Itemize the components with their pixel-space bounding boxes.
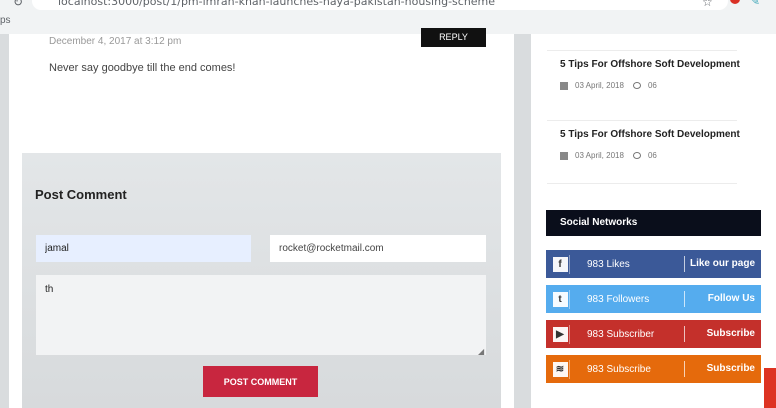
sidebar-post-comments: 06 — [647, 151, 657, 160]
facebook-label: Like our page — [689, 258, 755, 269]
post-comment-button[interactable]: POST COMMENT — [203, 366, 318, 397]
divider — [684, 291, 685, 307]
youtube-icon: ▶ — [551, 324, 570, 344]
youtube-count: 983 Subscriber — [587, 328, 655, 340]
divider — [684, 326, 685, 342]
sidebar-post-meta: 03 April, 2018 06 — [560, 151, 657, 160]
post-comment-title: Post Comment — [35, 187, 127, 202]
sidebar-post-title[interactable]: 5 Tips For Offshore Soft Development — [560, 129, 740, 140]
comment-date: December 4, 2017 at 3:12 pm — [49, 36, 182, 47]
twitter-button[interactable]: t 983 Followers Follow Us — [546, 285, 761, 313]
resize-handle-icon[interactable]: ◢ — [478, 347, 484, 356]
main-content: December 4, 2017 at 3:12 pm REPLY Never … — [9, 28, 514, 408]
facebook-button[interactable]: f 983 Likes Like our page — [546, 250, 761, 278]
divider — [684, 361, 685, 377]
post-comment-form: Post Comment th ◢ POST COMMENT — [22, 153, 501, 408]
twitter-label: Follow Us — [707, 293, 755, 304]
sidebar-post-meta: 03 April, 2018 06 — [560, 81, 657, 90]
social-networks-heading: Social Networks — [546, 210, 761, 236]
youtube-label: Subscribe — [706, 328, 755, 339]
sidebar-post-date: 03 April, 2018 — [575, 81, 624, 90]
sidebar-post-title[interactable]: 5 Tips For Offshore Soft Development — [560, 59, 740, 70]
twitter-icon: t — [551, 289, 570, 309]
comment-icon — [632, 152, 641, 159]
calendar-icon — [560, 151, 568, 160]
twitter-count: 983 Followers — [587, 293, 650, 305]
reply-button[interactable]: REPLY — [421, 28, 486, 47]
facebook-icon: f — [551, 254, 570, 274]
browser-chrome: ↻ localhost:3000/post/1/pm-imran-khan-la… — [0, 0, 776, 34]
email-input[interactable] — [270, 235, 486, 262]
name-input[interactable] — [36, 235, 251, 262]
sidebar-post-comments: 06 — [647, 81, 657, 90]
comment-text: Never say goodbye till the end comes! — [49, 62, 236, 74]
youtube-button[interactable]: ▶ 983 Subscriber Subscribe — [546, 320, 761, 348]
extension-icon[interactable] — [730, 0, 740, 4]
bookmark-star-icon[interactable]: ☆ — [702, 0, 713, 9]
divider — [684, 256, 685, 272]
facebook-count: 983 Likes — [587, 258, 630, 270]
calendar-icon — [560, 81, 568, 90]
subscribe-badge[interactable] — [764, 368, 776, 408]
rss-button[interactable]: ≋ 983 Subscribe Subscribe — [546, 355, 761, 383]
rss-label: Subscribe — [706, 363, 755, 374]
message-textarea[interactable]: th — [36, 275, 486, 355]
reload-icon[interactable]: ↻ — [13, 0, 23, 9]
extension-menu-icon[interactable]: ✎ — [750, 0, 760, 8]
sidebar: 5 Tips For Offshore Soft Development 03 … — [531, 34, 776, 408]
rss-icon: ≋ — [551, 359, 570, 379]
sidebar-post-date: 03 April, 2018 — [575, 151, 624, 160]
bookmarks-bar-label[interactable]: ps — [0, 15, 11, 26]
divider — [547, 50, 737, 51]
divider — [547, 120, 737, 121]
address-bar-url: localhost:3000/post/1/pm-imran-khan-laun… — [58, 0, 496, 8]
address-bar[interactable]: localhost:3000/post/1/pm-imran-khan-laun… — [32, 0, 728, 10]
comment-icon — [632, 82, 641, 89]
rss-count: 983 Subscribe — [587, 363, 651, 375]
divider — [547, 183, 737, 184]
